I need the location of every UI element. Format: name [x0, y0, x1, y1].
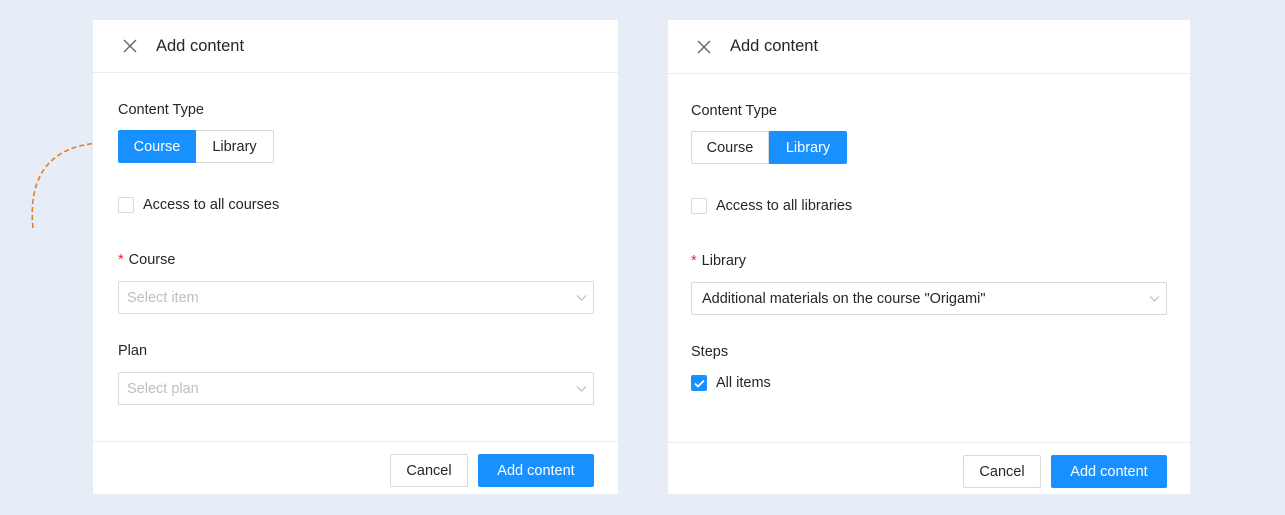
access-all-courses-row[interactable]: Access to all courses: [118, 197, 279, 213]
access-all-libraries-row[interactable]: Access to all libraries: [691, 198, 852, 214]
add-content-button[interactable]: Add content: [478, 454, 594, 487]
library-select-value: Additional materials on the course "Orig…: [702, 290, 986, 307]
dialog-footer: [93, 441, 618, 442]
required-asterisk: *: [118, 252, 124, 268]
add-content-dialog-library: Add content Content Type Course Library …: [668, 20, 1190, 494]
library-label-text: Library: [701, 253, 746, 269]
dialog-title: Add content: [730, 37, 819, 55]
plan-select[interactable]: Select plan: [118, 372, 594, 405]
content-type-label: Content Type: [691, 103, 777, 119]
content-type-toggle: Course Library: [118, 130, 274, 163]
content-type-library-button[interactable]: Library: [196, 130, 274, 163]
course-select-placeholder: Select item: [127, 289, 199, 306]
add-content-button[interactable]: Add content: [1051, 455, 1167, 488]
dialog-header: Add content: [93, 20, 618, 73]
all-items-row[interactable]: All items: [691, 375, 771, 391]
access-all-libraries-label: Access to all libraries: [716, 198, 853, 214]
plan-select-placeholder: Select plan: [127, 380, 199, 397]
close-icon[interactable]: [123, 39, 137, 53]
chevron-down-icon: [576, 295, 587, 301]
all-items-label: All items: [716, 375, 771, 391]
course-label-text: Course: [128, 252, 176, 268]
dialog-header: Add content: [668, 20, 1190, 74]
cancel-button[interactable]: Cancel: [390, 454, 468, 487]
content-type-toggle: Course Library: [691, 131, 847, 164]
add-content-dialog-course: Add content Content Type Course Library …: [93, 20, 618, 494]
access-all-libraries-checkbox[interactable]: [691, 198, 707, 214]
checkmark-icon: [693, 379, 705, 388]
chevron-down-icon: [1149, 296, 1160, 302]
plan-field-label: Plan: [118, 343, 148, 359]
library-select[interactable]: Additional materials on the course "Orig…: [691, 282, 1167, 315]
chevron-down-icon: [576, 386, 587, 392]
library-field-label: * Library: [691, 253, 746, 269]
course-field-label: * Course: [118, 252, 175, 268]
all-items-checkbox[interactable]: [691, 375, 707, 391]
content-type-course-button[interactable]: Course: [691, 131, 769, 164]
required-asterisk: *: [691, 253, 697, 269]
dialog-title: Add content: [156, 36, 245, 55]
dialog-footer: [668, 442, 1190, 443]
access-all-courses-label: Access to all courses: [143, 197, 280, 213]
course-select[interactable]: Select item: [118, 281, 594, 314]
close-icon[interactable]: [697, 40, 711, 54]
content-type-label: Content Type: [118, 102, 204, 118]
content-type-course-button[interactable]: Course: [118, 130, 196, 163]
access-all-courses-checkbox[interactable]: [118, 197, 134, 213]
cancel-button[interactable]: Cancel: [963, 455, 1041, 488]
content-type-library-button[interactable]: Library: [769, 131, 847, 164]
steps-label: Steps: [691, 344, 729, 360]
